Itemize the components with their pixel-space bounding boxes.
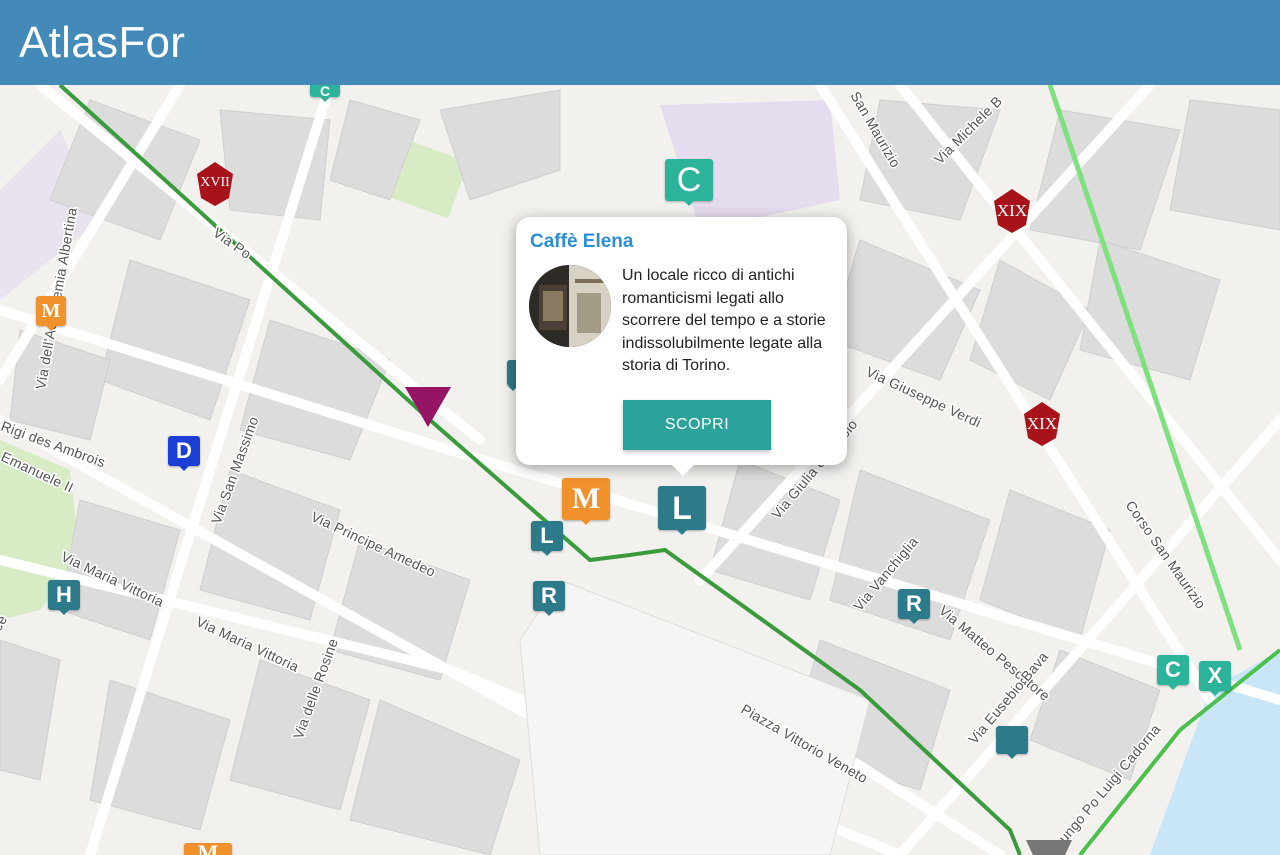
triangle-marker-gray[interactable]	[1026, 840, 1072, 855]
museum-marker[interactable]: M	[184, 840, 232, 855]
app-header: AtlasFor	[0, 0, 1280, 85]
marker-glyph: XVII	[200, 175, 230, 190]
r-marker[interactable]: R	[533, 581, 565, 616]
marker-glyph: M	[197, 840, 219, 855]
d-marker[interactable]: D	[168, 436, 200, 471]
marker-glyph: R	[541, 583, 557, 608]
xix-roman-marker[interactable]: XIX	[992, 187, 1032, 235]
marker-glyph: L	[672, 489, 692, 526]
r-marker[interactable]: R	[898, 589, 930, 624]
marker-glyph: C	[676, 160, 702, 199]
h-marker[interactable]: H	[48, 580, 80, 615]
blank-teal-marker[interactable]	[996, 726, 1028, 759]
popup-photo	[529, 265, 611, 347]
marker-glyph: X	[1207, 663, 1223, 688]
l-marker[interactable]: L	[531, 521, 563, 556]
marker-glyph: R	[906, 591, 922, 616]
marker-glyph: D	[176, 438, 192, 463]
x-marker[interactable]: X	[1199, 661, 1231, 696]
marker-glyph: C	[1165, 657, 1181, 682]
c-marker[interactable]: C	[310, 85, 340, 102]
marker-glyph: L	[540, 523, 554, 548]
xvii-roman-marker[interactable]: XVII	[195, 160, 235, 208]
museum-marker[interactable]: M	[562, 478, 610, 525]
place-popup: Caffè Elena Un locale ricco di antichi r…	[516, 217, 847, 476]
triangle-marker-purple[interactable]	[405, 387, 451, 427]
marker-glyph: XIX	[1026, 414, 1058, 433]
c-marker[interactable]: C	[1157, 655, 1189, 690]
marker-glyph: M	[41, 299, 61, 322]
popup-description: Un locale ricco di antichi romanticismi …	[622, 267, 826, 374]
marker-glyph: H	[56, 582, 72, 607]
c-marker-large[interactable]: C	[665, 159, 713, 206]
discover-button[interactable]: SCOPRI	[623, 400, 771, 450]
map-view[interactable]: Via Po Via dell'Accademia Albertina Via …	[0, 85, 1280, 855]
app-title: AtlasFor	[19, 17, 186, 67]
l-marker-selected[interactable]: L	[658, 486, 706, 535]
xix-roman-marker[interactable]: XIX	[1022, 400, 1062, 448]
map-base-layer[interactable]: Via Po Via dell'Accademia Albertina Via …	[0, 85, 1280, 855]
marker-glyph: M	[571, 482, 601, 515]
popup-title: Caffè Elena	[530, 231, 634, 252]
marker-glyph: XIX	[996, 201, 1028, 220]
marker-glyph: C	[319, 85, 331, 99]
museum-marker[interactable]: M	[36, 296, 66, 331]
